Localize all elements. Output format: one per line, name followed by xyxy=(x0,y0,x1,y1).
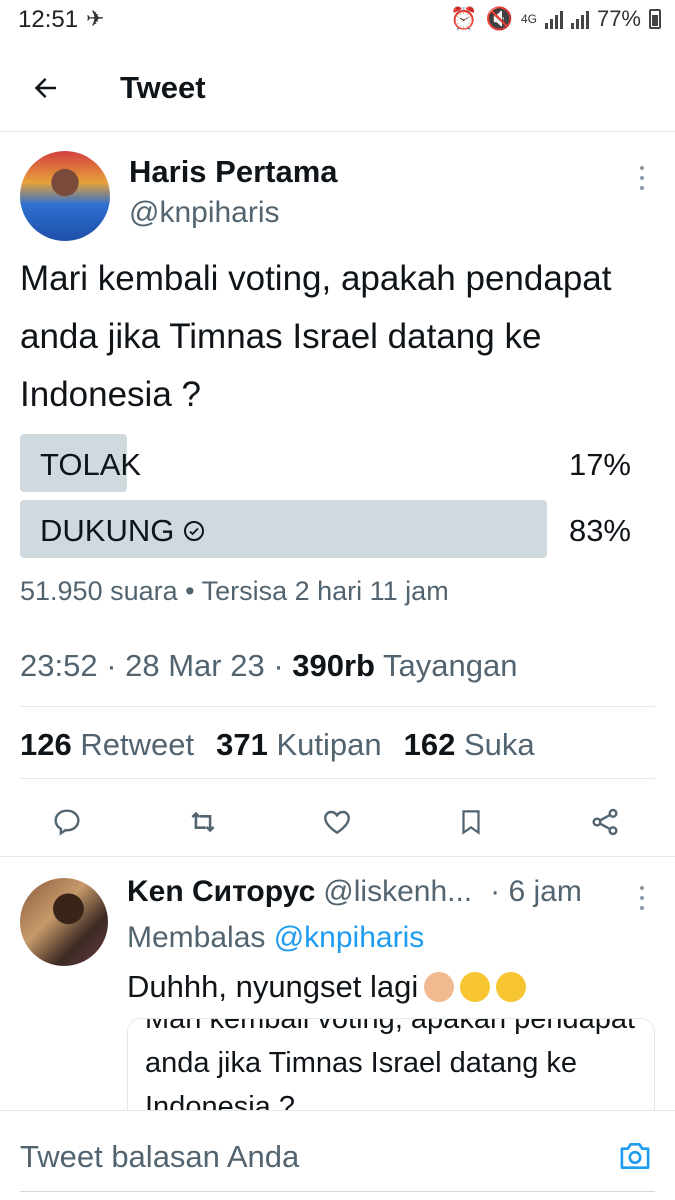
likes-count: 162 xyxy=(403,727,456,762)
reply-compose-bar: Tweet balasan Anda xyxy=(0,1110,675,1200)
quotes-stat[interactable]: 371 Kutipan xyxy=(216,727,382,763)
divider xyxy=(20,778,655,779)
poll-option-percent: 17% xyxy=(568,447,631,482)
arrow-left-icon xyxy=(34,78,56,98)
reply-input[interactable]: Tweet balasan Anda xyxy=(20,1139,299,1175)
camera-icon xyxy=(620,1143,650,1169)
heart-icon xyxy=(324,810,350,835)
section-separator xyxy=(0,856,675,857)
back-button[interactable] xyxy=(24,66,68,110)
share-icon xyxy=(592,808,618,836)
bookmark-icon xyxy=(462,810,480,835)
poll-option-label: TOLAK xyxy=(40,447,142,482)
author-avatar[interactable] xyxy=(20,151,110,241)
camera-button[interactable] xyxy=(617,1140,653,1172)
reply-author-handle[interactable]: @liskenh... xyxy=(323,875,472,909)
reply-text: Duhhh, nyungset lagi xyxy=(127,969,419,1004)
battery-percent: 77% xyxy=(596,6,641,31)
tweet-text: Mari kembali voting, apakah pendapat and… xyxy=(20,259,612,414)
timestamp-text: 23:52 · 28 Mar 23 · xyxy=(20,648,293,683)
check-circle-icon xyxy=(184,521,205,541)
status-icons: ⏰ 🔇 4G 77% xyxy=(450,6,661,32)
compose-underline xyxy=(20,1191,655,1192)
poll-option-label: DUKUNG xyxy=(40,513,175,548)
replying-to-mention[interactable]: @knpiharis xyxy=(274,921,425,954)
poll-option-label-wrap: DUKUNG xyxy=(40,513,205,549)
author-name[interactable]: Haris Pertama xyxy=(129,154,338,190)
reply-time: · 6 jam xyxy=(490,875,582,908)
reply-icon xyxy=(54,809,80,836)
alarm-icon: ⏰ xyxy=(450,6,478,31)
retweet-button[interactable] xyxy=(181,800,225,844)
retweets-label: Retweet xyxy=(80,727,195,762)
share-button[interactable] xyxy=(583,800,627,844)
status-time: 12:51 xyxy=(18,6,79,33)
likes-label: Suka xyxy=(463,727,535,762)
poll-option-dukung[interactable]: DUKUNG 83% xyxy=(20,500,655,558)
tweet-stats: 126 Retweet 371 Kutipan 162 Suka xyxy=(20,727,535,763)
notification-icon: ✈ xyxy=(86,6,105,31)
quotes-count: 371 xyxy=(216,727,268,762)
signal-icon xyxy=(544,9,563,29)
reply-text-row: Duhhh, nyungset lagi xyxy=(127,969,527,1005)
author-handle[interactable]: @knpiharis xyxy=(129,196,280,230)
retweets-stat[interactable]: 126 Retweet xyxy=(20,727,194,763)
reply-header: Ken Ситорус @liskenh... · 6 jam xyxy=(127,875,582,909)
retweets-count: 126 xyxy=(20,727,72,762)
reply-more-options-button[interactable] xyxy=(634,880,650,916)
tweet-actions xyxy=(0,800,675,844)
facepalm-emoji-icon xyxy=(424,972,455,1002)
more-options-button[interactable] xyxy=(634,160,650,196)
views-count[interactable]: 390rb xyxy=(292,648,375,683)
likes-stat[interactable]: 162 Suka xyxy=(404,727,535,763)
divider xyxy=(20,706,655,707)
poll-option-tolak[interactable]: TOLAK 17% xyxy=(20,434,655,492)
status-bar: 12:51 ✈ ⏰ 🔇 4G 77% xyxy=(0,0,675,42)
poll-option-percent: 83% xyxy=(568,513,631,548)
mute-icon: 🔇 xyxy=(485,6,513,31)
reply-author-avatar[interactable] xyxy=(20,878,108,966)
replying-prefix: Membalas xyxy=(127,921,274,954)
reply-button[interactable] xyxy=(45,800,89,844)
tweet-timestamp: 23:52 · 28 Mar 23 · 390rb Tayangan xyxy=(20,648,517,684)
network-type: 4G xyxy=(520,12,537,26)
replying-to: Membalas @knpiharis xyxy=(127,921,424,955)
laughing-emoji-icon xyxy=(496,972,527,1002)
page-title: Tweet xyxy=(120,70,206,105)
bookmark-button[interactable] xyxy=(449,800,493,844)
app-header: Tweet xyxy=(0,42,675,132)
poll-meta: 51.950 suara • Tersisa 2 hari 11 jam xyxy=(20,576,449,606)
like-button[interactable] xyxy=(315,800,359,844)
battery-icon xyxy=(649,9,661,29)
laughing-emoji-icon xyxy=(460,972,491,1002)
views-label[interactable]: Tayangan xyxy=(375,648,517,683)
reply-author-name[interactable]: Ken Ситорус xyxy=(127,875,315,909)
quotes-label: Kutipan xyxy=(276,727,382,762)
retweet-icon xyxy=(191,811,215,833)
signal-icon-2 xyxy=(570,9,589,29)
